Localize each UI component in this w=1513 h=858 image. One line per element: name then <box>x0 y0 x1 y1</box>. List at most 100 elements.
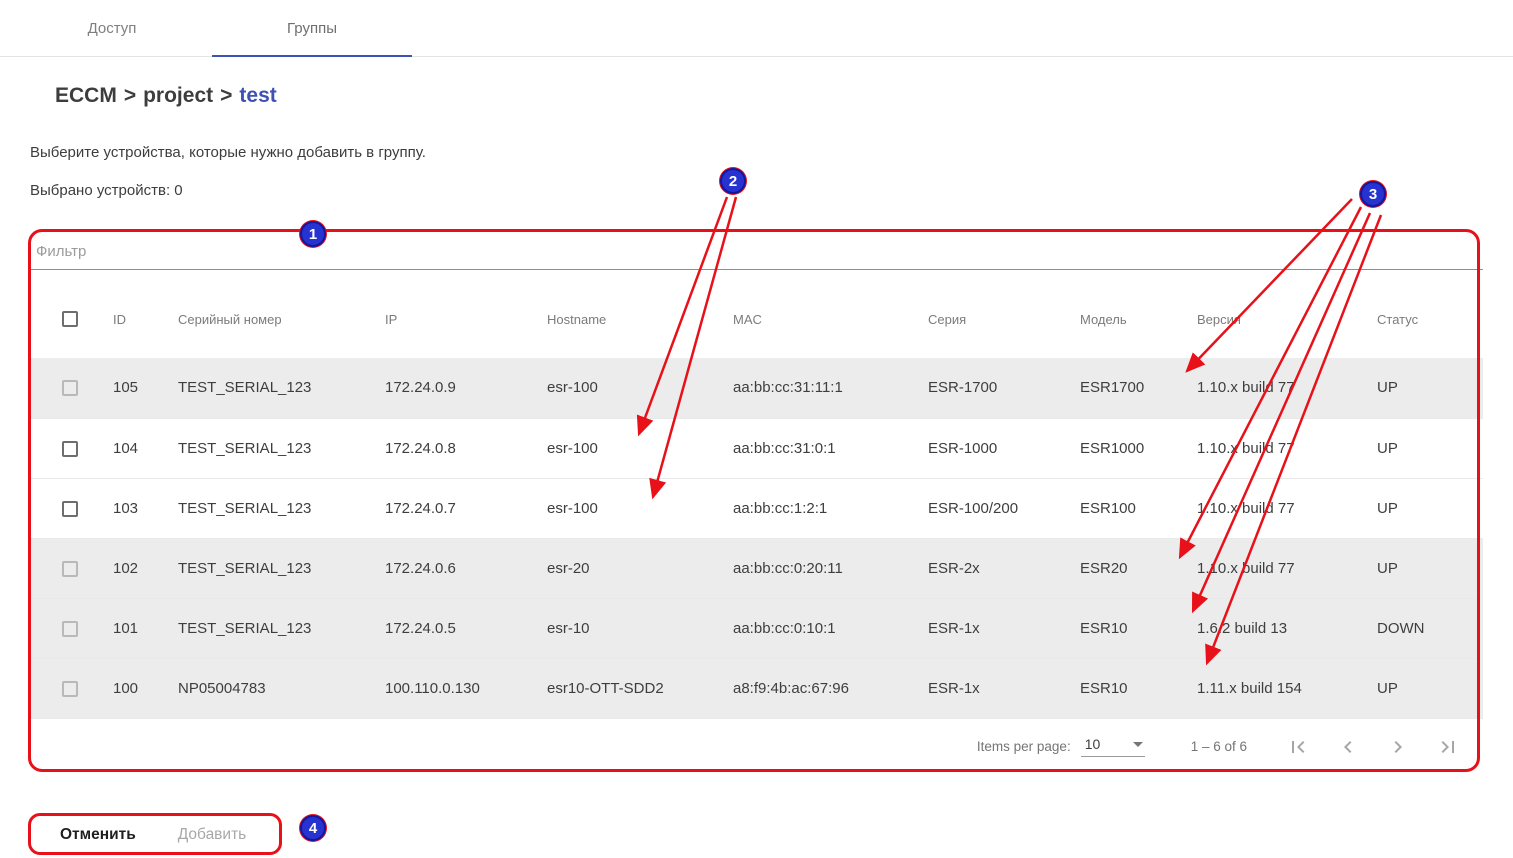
column-header: Модель <box>1080 270 1197 358</box>
cell-ip: 172.24.0.6 <box>385 538 547 598</box>
breadcrumb-item-eccm[interactable]: ECCM <box>55 84 117 107</box>
row-checkbox-cell <box>30 358 113 418</box>
main-content: ECCM > project > test Выберите устройства, к… <box>0 83 1513 844</box>
tab-bar: Доступ Группы <box>0 0 1513 57</box>
row-checkbox[interactable] <box>62 561 78 577</box>
cell-mac: aa:bb:cc:0:10:1 <box>733 598 928 658</box>
cell-status: UP <box>1377 658 1483 718</box>
items-per-page-label: Items per page: <box>977 739 1071 754</box>
cell-version: 1.6.2 build 13 <box>1197 598 1377 658</box>
paginator: Items per page: 10 1 – 6 of 6 <box>30 719 1483 775</box>
cell-model: ESR1000 <box>1080 418 1197 478</box>
column-header: Версия <box>1197 270 1377 358</box>
instruction-text: Выберите устройства, которые нужно добав… <box>30 144 1483 162</box>
page-range-label: 1 – 6 of 6 <box>1191 739 1247 754</box>
cell-serial-number: TEST_SERIAL_123 <box>178 418 385 478</box>
cell-id: 100 <box>113 658 178 718</box>
row-checkbox-cell <box>30 538 113 598</box>
cell-mac: aa:bb:cc:0:20:11 <box>733 538 928 598</box>
cell-version: 1.10.x build 77 <box>1197 418 1377 478</box>
cell-version: 1.10.x build 77 <box>1197 358 1377 418</box>
cell-hostname: esr-100 <box>547 418 733 478</box>
pager-icons <box>1273 735 1473 759</box>
items-per-page-select[interactable]: 10 <box>1081 736 1145 757</box>
cell-model: ESR1700 <box>1080 358 1197 418</box>
cell-hostname: esr-10 <box>547 598 733 658</box>
row-checkbox-cell <box>30 658 113 718</box>
cell-series: ESR-1700 <box>928 358 1080 418</box>
table-row[interactable]: 103 TEST_SERIAL_123 172.24.0.7 esr-100 a… <box>30 478 1483 538</box>
table-header-row: IDСерийный номерIPHostnameMACСерияМодель… <box>30 270 1483 358</box>
cell-series: ESR-100/200 <box>928 478 1080 538</box>
action-buttons: Отменить Добавить <box>60 825 1483 844</box>
cell-version: 1.10.x build 77 <box>1197 538 1377 598</box>
next-page-icon[interactable] <box>1386 735 1410 759</box>
table-row[interactable]: 100 NP05004783 100.110.0.130 esr10-OTT-S… <box>30 658 1483 718</box>
cell-serial-number: TEST_SERIAL_123 <box>178 478 385 538</box>
cell-status: UP <box>1377 478 1483 538</box>
cell-model: ESR100 <box>1080 478 1197 538</box>
table-row[interactable]: 105 TEST_SERIAL_123 172.24.0.9 esr-100 a… <box>30 358 1483 418</box>
add-button[interactable]: Добавить <box>178 825 247 844</box>
cell-status: UP <box>1377 358 1483 418</box>
previous-page-icon[interactable] <box>1336 735 1360 759</box>
devices-table: IDСерийный номерIPHostnameMACСерияМодель… <box>30 270 1483 719</box>
cell-version: 1.10.x build 77 <box>1197 478 1377 538</box>
row-checkbox[interactable] <box>62 501 78 517</box>
cell-hostname: esr-100 <box>547 358 733 418</box>
cell-hostname: esr-20 <box>547 538 733 598</box>
cell-series: ESR-1x <box>928 658 1080 718</box>
select-all-checkbox[interactable] <box>62 311 78 327</box>
items-per-page-value: 10 <box>1085 736 1101 752</box>
row-checkbox[interactable] <box>62 681 78 697</box>
breadcrumb-separator: > <box>124 84 136 107</box>
tab-access-label: Доступ <box>88 20 137 37</box>
cell-series: ESR-1000 <box>928 418 1080 478</box>
cell-id: 104 <box>113 418 178 478</box>
cell-hostname: esr-100 <box>547 478 733 538</box>
table-body: 105 TEST_SERIAL_123 172.24.0.9 esr-100 a… <box>30 358 1483 718</box>
cancel-button[interactable]: Отменить <box>60 825 136 844</box>
last-page-icon[interactable] <box>1436 735 1460 759</box>
filter-input[interactable] <box>30 231 1483 270</box>
column-header: Серийный номер <box>178 270 385 358</box>
cell-status: UP <box>1377 538 1483 598</box>
cell-serial-number: TEST_SERIAL_123 <box>178 598 385 658</box>
cell-mac: aa:bb:cc:31:0:1 <box>733 418 928 478</box>
table-row[interactable]: 101 TEST_SERIAL_123 172.24.0.5 esr-10 aa… <box>30 598 1483 658</box>
breadcrumb-separator: > <box>220 84 232 107</box>
cell-id: 103 <box>113 478 178 538</box>
cell-series: ESR-2x <box>928 538 1080 598</box>
cell-status: DOWN <box>1377 598 1483 658</box>
dropdown-caret-icon <box>1133 742 1143 747</box>
tab-groups[interactable]: Группы <box>212 0 412 56</box>
cell-ip: 172.24.0.5 <box>385 598 547 658</box>
cell-mac: a8:f9:4b:ac:67:96 <box>733 658 928 718</box>
selected-count-text: Выбрано устройств: 0 <box>30 182 1483 200</box>
breadcrumb-item-test[interactable]: test <box>239 84 276 107</box>
cell-ip: 100.110.0.130 <box>385 658 547 718</box>
cell-model: ESR20 <box>1080 538 1197 598</box>
cell-id: 102 <box>113 538 178 598</box>
table-row[interactable]: 102 TEST_SERIAL_123 172.24.0.6 esr-20 aa… <box>30 538 1483 598</box>
column-header: Серия <box>928 270 1080 358</box>
tab-access[interactable]: Доступ <box>12 0 212 56</box>
row-checkbox[interactable] <box>62 380 78 396</box>
cell-mac: aa:bb:cc:31:11:1 <box>733 358 928 418</box>
column-header: IP <box>385 270 547 358</box>
cell-model: ESR10 <box>1080 658 1197 718</box>
column-header: Hostname <box>547 270 733 358</box>
select-all-header-cell <box>30 270 113 358</box>
table-row[interactable]: 104 TEST_SERIAL_123 172.24.0.8 esr-100 a… <box>30 418 1483 478</box>
breadcrumb-item-project[interactable]: project <box>143 84 213 107</box>
cell-hostname: esr10-OTT-SDD2 <box>547 658 733 718</box>
row-checkbox[interactable] <box>62 441 78 457</box>
first-page-icon[interactable] <box>1286 735 1310 759</box>
cell-status: UP <box>1377 418 1483 478</box>
cell-serial-number: TEST_SERIAL_123 <box>178 538 385 598</box>
row-checkbox[interactable] <box>62 621 78 637</box>
cell-ip: 172.24.0.7 <box>385 478 547 538</box>
cell-mac: aa:bb:cc:1:2:1 <box>733 478 928 538</box>
cell-series: ESR-1x <box>928 598 1080 658</box>
cell-ip: 172.24.0.8 <box>385 418 547 478</box>
